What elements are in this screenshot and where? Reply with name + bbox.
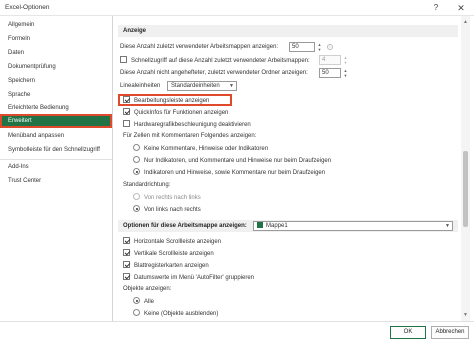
unpinned-folders-label: Diese Anzahl nicht angehefteter, zuletzt… bbox=[120, 70, 308, 76]
sheet-tabs-row[interactable]: Blattregisterkarten anzeigen bbox=[123, 261, 209, 271]
ruler-units-label: Linealeinheiten bbox=[120, 83, 161, 89]
comments-option-indicators-hints[interactable]: Indikatoren und Hinweise, sowie Kommenta… bbox=[133, 168, 325, 178]
objects-label: Objekte anzeigen: bbox=[123, 286, 172, 292]
chevron-down-icon: ▼ bbox=[229, 83, 234, 89]
comments-indicators-label: Nur Indikatoren, und Kommentare und Hinw… bbox=[144, 158, 332, 164]
scrollbar-thumb[interactable] bbox=[463, 151, 468, 227]
info-icon: i bbox=[327, 44, 333, 50]
quick-access-label: Schnellzugriff auf diese Anzahl zuletzt … bbox=[131, 58, 310, 64]
direction-rtl-radio[interactable] bbox=[133, 193, 140, 200]
formula-bar-label: Bearbeitungsleiste anzeigen bbox=[134, 98, 210, 104]
formula-bar-checkbox[interactable] bbox=[123, 96, 130, 103]
sidebar-item-allgemein[interactable]: Allgemein bbox=[0, 18, 112, 32]
comments-option-none[interactable]: Keine Kommentare, Hinweise oder Indikato… bbox=[133, 144, 268, 154]
close-icon[interactable]: ✕ bbox=[455, 2, 467, 14]
direction-ltr-label: Von links nach rechts bbox=[144, 207, 201, 213]
sidebar-item-schnellzugriff[interactable]: Symbolleiste für den Schnellzugriff bbox=[0, 143, 112, 157]
horizontal-scrollbar-checkbox[interactable] bbox=[123, 237, 130, 244]
cancel-button[interactable]: Abbrechen bbox=[431, 326, 469, 339]
options-sidebar: Allgemein Formeln Daten Dokumentprüfung … bbox=[0, 16, 113, 321]
title-bar: Excel-Optionen ? ✕ bbox=[0, 0, 474, 16]
comments-indicators-hints-radio[interactable] bbox=[133, 168, 140, 175]
sidebar-item-dokumentpruefung[interactable]: Dokumentprüfung bbox=[0, 60, 112, 74]
excel-workbook-icon bbox=[257, 222, 263, 228]
direction-option-rtl[interactable]: Von rechts nach links bbox=[133, 193, 201, 203]
quick-access-spinner[interactable]: ▲ ▼ bbox=[342, 55, 349, 65]
sidebar-item-erweitert[interactable]: Erweitert bbox=[0, 114, 112, 128]
sheet-tabs-checkbox[interactable] bbox=[123, 261, 130, 268]
hw-accel-label: Hardwaregrafikbeschleunigung deaktiviere… bbox=[134, 122, 251, 128]
comments-none-label: Keine Kommentare, Hinweise oder Indikato… bbox=[144, 146, 269, 152]
vertical-scrollbar-checkbox[interactable] bbox=[123, 249, 130, 256]
quickinfo-checkbox[interactable] bbox=[123, 108, 130, 115]
direction-label: Standardrichtung: bbox=[123, 182, 171, 188]
autofilter-dates-checkbox[interactable] bbox=[123, 273, 130, 280]
quickinfo-row[interactable]: QuickInfos für Funktionen anzeigen bbox=[123, 108, 228, 118]
horizontal-scrollbar-row[interactable]: Horizontale Scrollleiste anzeigen bbox=[123, 237, 221, 247]
comments-indicators-hints-label: Indikatoren und Hinweise, sowie Kommenta… bbox=[144, 170, 326, 176]
sheet-tabs-label: Blattregisterkarten anzeigen bbox=[134, 263, 209, 269]
direction-ltr-radio[interactable] bbox=[133, 205, 140, 212]
comments-indicators-radio[interactable] bbox=[133, 156, 140, 163]
sidebar-item-menueband-anpassen[interactable]: Menüband anpassen bbox=[0, 129, 112, 143]
quickinfo-label: QuickInfos für Funktionen anzeigen bbox=[134, 110, 229, 116]
autofilter-dates-label: Datumswerte im Menü 'AutoFilter' gruppie… bbox=[134, 275, 255, 281]
window-title: Excel-Optionen bbox=[5, 4, 50, 11]
unpinned-folders-input[interactable]: 50 bbox=[319, 68, 341, 78]
ruler-units-select[interactable]: Standardeinheiten ▼ bbox=[167, 81, 237, 91]
options-content: Anzeige Diese Anzahl zuletzt verwendeter… bbox=[113, 16, 461, 321]
sidebar-item-formeln[interactable]: Formeln bbox=[0, 32, 112, 46]
recent-workbooks-spinner[interactable]: ▲ ▼ bbox=[316, 42, 323, 52]
formula-bar-row[interactable]: Bearbeitungsleiste anzeigen bbox=[123, 96, 209, 106]
chevron-down-icon: ▼ bbox=[445, 223, 450, 229]
ruler-units-value: Standardeinheiten bbox=[171, 83, 220, 89]
recent-workbooks-label: Diese Anzahl zuletzt verwendeter Arbeits… bbox=[120, 44, 279, 50]
objects-none-radio[interactable] bbox=[133, 309, 140, 316]
vertical-scrollbar-row[interactable]: Vertikale Scrollleiste anzeigen bbox=[123, 249, 214, 259]
scroll-up-icon[interactable]: ▲ bbox=[463, 19, 468, 25]
direction-rtl-label: Von rechts nach links bbox=[144, 195, 201, 201]
autofilter-dates-row[interactable]: Datumswerte im Menü 'AutoFilter' gruppie… bbox=[123, 273, 254, 283]
quick-access-row[interactable]: Schnellzugriff auf diese Anzahl zuletzt … bbox=[120, 56, 310, 66]
sidebar-item-sprache[interactable]: Sprache bbox=[0, 88, 112, 102]
horizontal-scrollbar-label: Horizontale Scrollleiste anzeigen bbox=[134, 239, 222, 245]
comments-option-indicators[interactable]: Nur Indikatoren, und Kommentare und Hinw… bbox=[133, 156, 331, 166]
sidebar-item-trust-center[interactable]: Trust Center bbox=[0, 174, 112, 188]
quick-access-checkbox[interactable] bbox=[120, 56, 127, 63]
content-scrollbar[interactable]: ▲ ▼ bbox=[461, 16, 470, 321]
objects-option-all[interactable]: Alle bbox=[133, 297, 154, 307]
direction-option-ltr[interactable]: Von links nach rechts bbox=[133, 205, 201, 215]
objects-all-label: Alle bbox=[144, 299, 155, 305]
scroll-down-icon[interactable]: ▼ bbox=[463, 312, 468, 318]
vertical-scrollbar-label: Vertikale Scrollleiste anzeigen bbox=[134, 251, 214, 257]
recent-workbooks-input[interactable]: 50 bbox=[289, 42, 315, 52]
sidebar-item-erleichterte-bedienung[interactable]: Erleichterte Bedienung bbox=[0, 101, 112, 115]
section-header-anzeige: Anzeige bbox=[118, 25, 458, 37]
sidebar-item-add-ins[interactable]: Add-Ins bbox=[0, 160, 112, 174]
comments-none-radio[interactable] bbox=[133, 144, 140, 151]
objects-all-radio[interactable] bbox=[133, 297, 140, 304]
unpinned-folders-spinner[interactable]: ▲ ▼ bbox=[342, 68, 349, 78]
comments-label: Für Zellen mit Kommentaren Folgendes anz… bbox=[123, 133, 257, 139]
objects-none-label: Keine (Objekte ausblenden) bbox=[144, 311, 219, 317]
quick-access-input[interactable]: 4 bbox=[319, 55, 341, 65]
hw-accel-checkbox[interactable] bbox=[123, 120, 130, 127]
ok-button[interactable]: OK bbox=[390, 326, 426, 339]
workbook-select[interactable]: Mappe1 ▼ bbox=[253, 221, 453, 231]
objects-option-none[interactable]: Keine (Objekte ausblenden) bbox=[133, 309, 218, 319]
sidebar-item-speichern[interactable]: Speichern bbox=[0, 74, 112, 88]
sidebar-item-daten[interactable]: Daten bbox=[0, 46, 112, 60]
workbook-select-value: Mappe1 bbox=[266, 223, 288, 229]
dialog-footer: OK Abbrechen bbox=[0, 321, 474, 343]
help-icon[interactable]: ? bbox=[430, 2, 442, 14]
hw-accel-row[interactable]: Hardwaregrafikbeschleunigung deaktiviere… bbox=[123, 120, 251, 130]
